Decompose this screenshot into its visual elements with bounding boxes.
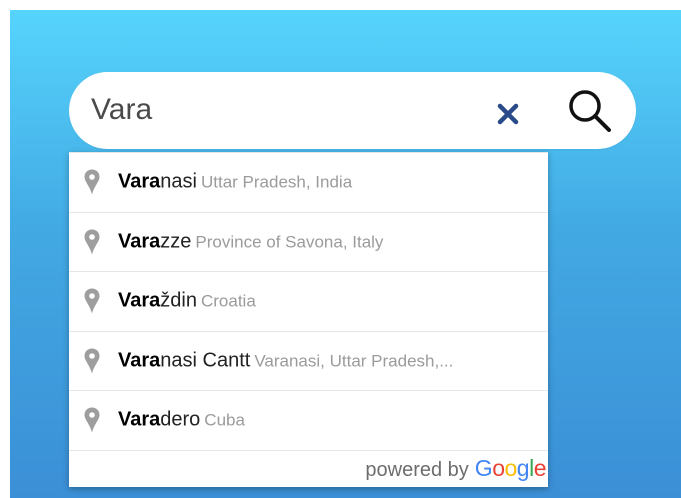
- powered-by-google: powered by Google: [365, 455, 546, 483]
- suggestion-item[interactable]: Varanasi Uttar Pradesh, India: [69, 153, 548, 213]
- google-letter: o: [504, 455, 517, 481]
- suggestion-main: nasi Cantt: [160, 349, 251, 372]
- google-letter: e: [533, 455, 547, 481]
- map-pin-icon: [84, 288, 100, 314]
- google-letter: g: [516, 455, 530, 481]
- suggestion-item[interactable]: Varadero Cuba: [69, 391, 548, 451]
- suggestion-main: dero: [160, 408, 201, 431]
- suggestion-match: Vara: [118, 230, 161, 253]
- suggestion-match: Vara: [118, 289, 161, 312]
- google-logo: Google: [474, 455, 547, 482]
- suggestion-secondary: Uttar Pradesh, India: [200, 172, 353, 192]
- map-pin-icon: [84, 169, 100, 195]
- map-pin-icon: [84, 407, 100, 433]
- suggestion-item[interactable]: Varazze Province of Savona, Italy: [69, 213, 548, 272]
- suggestion-match: Vara: [118, 408, 161, 431]
- suggestion-secondary: Varanasi, Uttar Pradesh,...: [254, 351, 454, 371]
- clear-button[interactable]: [490, 96, 526, 132]
- powered-by-label: powered by: [365, 459, 469, 481]
- search-bar: [69, 72, 636, 149]
- search-button[interactable]: [561, 82, 619, 140]
- suggestion-secondary: Croatia: [200, 291, 256, 311]
- suggestion-main: nasi: [160, 170, 197, 193]
- google-letter: o: [492, 455, 505, 481]
- search-icon: [569, 90, 611, 132]
- map-pin-icon: [84, 348, 100, 374]
- suggestion-secondary: Province of Savona, Italy: [195, 232, 384, 252]
- google-letter: G: [474, 455, 493, 481]
- close-icon: [497, 103, 519, 125]
- suggestion-secondary: Cuba: [204, 410, 245, 430]
- suggestion-main: zze: [160, 230, 192, 253]
- suggestion-main: ždin: [160, 289, 197, 312]
- suggestion-match: Vara: [118, 349, 161, 372]
- suggestion-item[interactable]: Varaždin Croatia: [69, 272, 548, 332]
- suggestion-match: Vara: [118, 170, 161, 193]
- map-pin-icon: [84, 229, 100, 255]
- autocomplete-dropdown: Varanasi Uttar Pradesh, India Varazze Prov…: [69, 152, 548, 487]
- suggestion-item[interactable]: Varanasi Cantt Varanasi, Uttar Pradesh,..…: [69, 332, 548, 391]
- search-input[interactable]: [91, 86, 471, 134]
